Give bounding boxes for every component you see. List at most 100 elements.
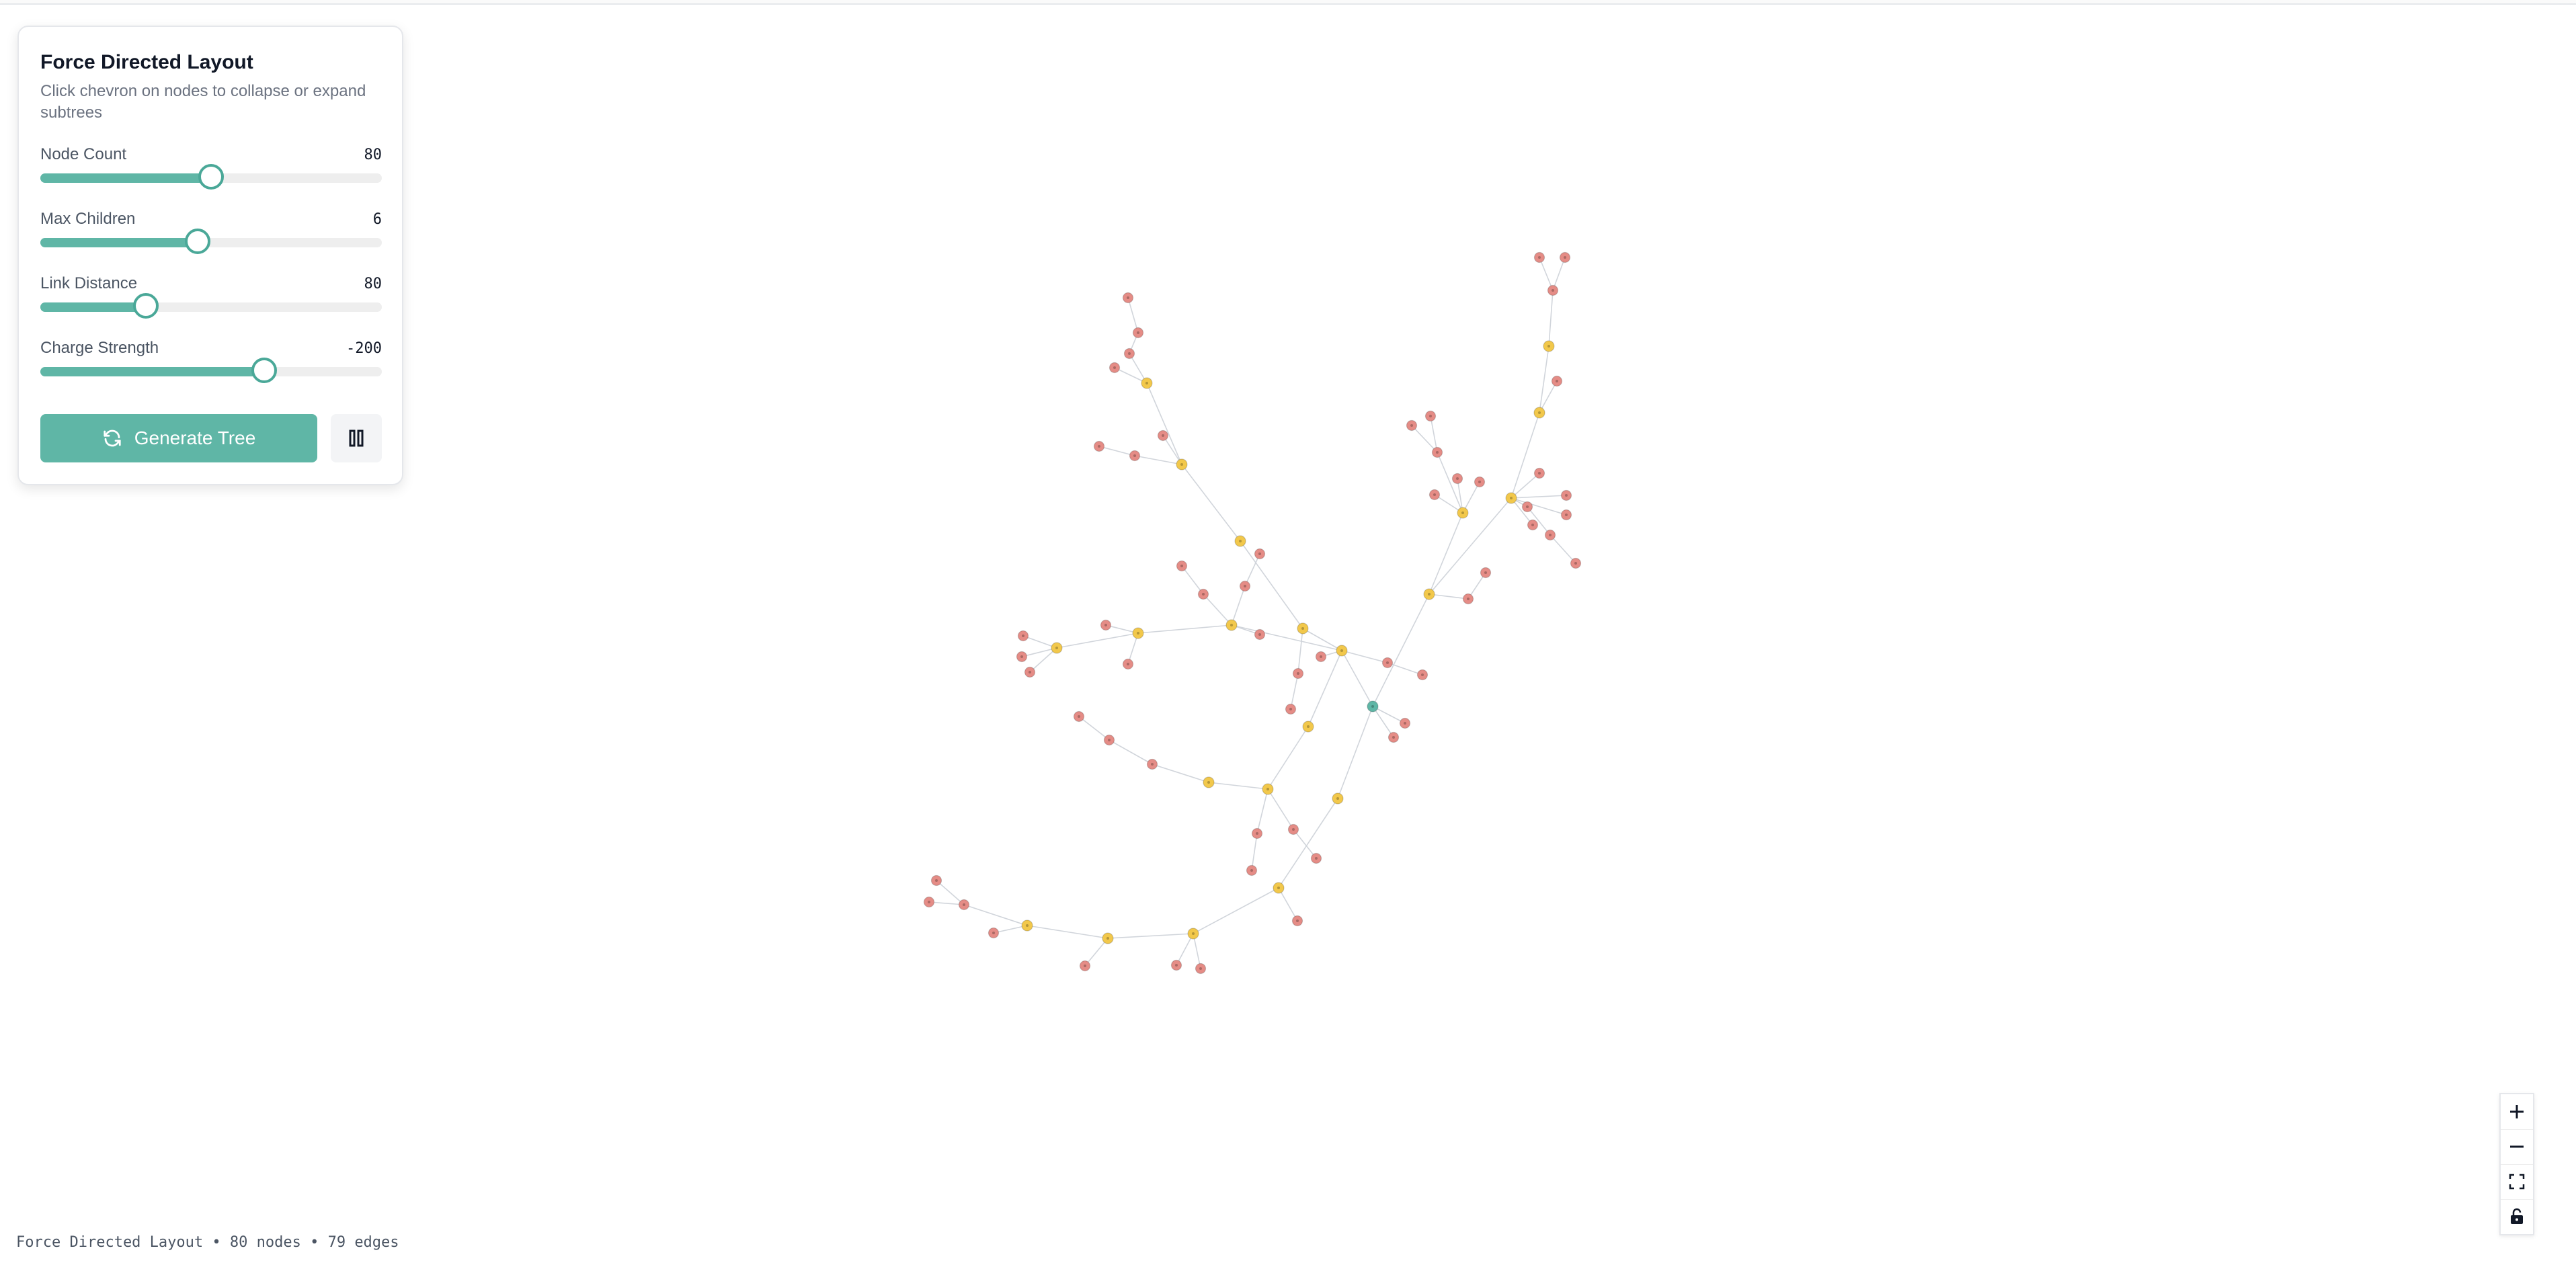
node-chevron-icon	[1145, 382, 1148, 384]
node-chevron-icon	[1301, 627, 1304, 630]
charge-strength-thumb[interactable]	[251, 358, 277, 383]
node-chevron-icon	[1113, 366, 1116, 369]
node-chevron-icon	[1297, 672, 1299, 675]
tree-edge	[1027, 925, 1109, 939]
node-chevron-icon	[1484, 571, 1487, 574]
node-chevron-icon	[1574, 562, 1577, 565]
tree-edge	[1127, 297, 1139, 333]
node-chevron-icon	[1192, 932, 1195, 935]
tree-edge	[1267, 726, 1309, 790]
node-chevron-icon	[928, 901, 930, 903]
tree-edge	[1337, 706, 1373, 799]
charge-strength-label: Charge Strength	[40, 339, 159, 357]
pause-button[interactable]	[331, 414, 382, 462]
node-chevron-icon	[1467, 598, 1470, 600]
tree-edge	[1107, 933, 1194, 939]
node-chevron-icon	[1340, 649, 1343, 652]
node-chevron-icon	[1127, 663, 1129, 665]
minus-icon	[2510, 1145, 2524, 1148]
link-distance-thumb[interactable]	[133, 293, 159, 319]
node-chevron-icon	[1461, 511, 1464, 514]
refresh-icon	[104, 429, 121, 447]
fit-view-icon	[2509, 1174, 2525, 1190]
tree-edge	[1267, 788, 1294, 830]
tree-edge	[1208, 782, 1269, 790]
panel-subtitle: Click chevron on nodes to collapse or ex…	[40, 82, 366, 122]
pause-icon	[349, 429, 364, 447]
node-count-label: Node Count	[40, 145, 127, 163]
node-chevron-icon	[1456, 477, 1459, 480]
tree-edge	[1137, 624, 1232, 634]
node-chevron-icon	[1084, 965, 1086, 967]
node-chevron-icon	[1549, 534, 1552, 536]
node-chevron-icon	[935, 879, 938, 882]
fit-view-button[interactable]	[2501, 1164, 2533, 1200]
node-chevron-icon	[1478, 481, 1481, 483]
node-chevron-icon	[1127, 296, 1129, 299]
tree-edge	[1302, 628, 1342, 651]
node-chevron-icon	[1180, 463, 1183, 466]
tree-edge	[1511, 495, 1567, 499]
tree-edge	[1428, 512, 1463, 595]
node-chevron-icon	[1055, 647, 1058, 649]
status-bar: Force Directed Layout • 80 nodes • 79 ed…	[16, 1234, 399, 1251]
node-chevron-icon	[1244, 585, 1246, 587]
node-chevron-icon	[1026, 924, 1029, 927]
charge-strength-slider[interactable]	[40, 358, 382, 383]
tree-edge	[1539, 345, 1549, 413]
node-chevron-icon	[1538, 472, 1541, 475]
node-chevron-icon	[1510, 497, 1513, 499]
node-chevron-icon	[1277, 887, 1280, 889]
node-chevron-icon	[1106, 937, 1109, 940]
tree-edge	[1152, 764, 1209, 783]
node-chevron-icon	[1410, 424, 1413, 427]
tree-edge	[1372, 593, 1430, 707]
max-children-value: 6	[372, 211, 382, 228]
node-chevron-icon	[1538, 256, 1541, 259]
nodes	[923, 251, 1582, 975]
node-chevron-icon	[1266, 788, 1269, 790]
node-count-thumb[interactable]	[198, 164, 224, 190]
plus-icon	[2510, 1105, 2524, 1118]
node-chevron-icon	[1104, 624, 1107, 626]
node-count-slider[interactable]	[40, 164, 382, 190]
max-children-label: Max Children	[40, 210, 136, 228]
node-chevron-icon	[992, 932, 995, 934]
node-chevron-icon	[1296, 919, 1299, 922]
lock-button[interactable]	[2501, 1199, 2533, 1234]
max-children-slider[interactable]	[40, 229, 382, 254]
tree-edge	[1290, 673, 1299, 710]
node-chevron-icon	[1433, 493, 1436, 496]
node-chevron-icon	[1336, 797, 1339, 800]
node-count-value: 80	[364, 147, 383, 163]
max-children-control: Max Children 6	[40, 210, 382, 257]
node-chevron-icon	[1207, 781, 1210, 784]
link-distance-slider[interactable]	[40, 293, 382, 319]
tree-edge	[1341, 650, 1388, 663]
tree-edge	[1278, 798, 1338, 889]
tree-edge	[963, 904, 1028, 926]
node-chevron-icon	[1436, 451, 1439, 454]
node-chevron-icon	[1022, 634, 1024, 637]
node-chevron-icon	[1098, 445, 1100, 448]
node-chevron-icon	[1137, 632, 1139, 634]
zoom-in-button[interactable]	[2501, 1094, 2533, 1130]
node-chevron-icon	[1556, 380, 1558, 382]
node-chevron-icon	[1565, 514, 1568, 516]
generate-tree-button[interactable]: Generate Tree	[40, 414, 317, 462]
node-chevron-icon	[1128, 352, 1131, 355]
node-chevron-icon	[1386, 661, 1389, 664]
node-count-control: Node Count 80	[40, 145, 382, 192]
tree-edge	[1387, 662, 1423, 676]
node-chevron-icon	[1371, 705, 1374, 708]
node-chevron-icon	[1307, 725, 1310, 728]
node-chevron-icon	[1162, 434, 1164, 437]
panel-title: Force Directed Layout	[40, 51, 253, 73]
node-chevron-icon	[1020, 655, 1023, 658]
node-chevron-icon	[1258, 633, 1261, 636]
max-children-thumb[interactable]	[184, 229, 210, 254]
zoom-out-button[interactable]	[2501, 1129, 2533, 1165]
tree-edge	[1203, 593, 1232, 626]
link-distance-control: Link Distance 80	[40, 274, 382, 321]
node-chevron-icon	[1289, 708, 1292, 710]
